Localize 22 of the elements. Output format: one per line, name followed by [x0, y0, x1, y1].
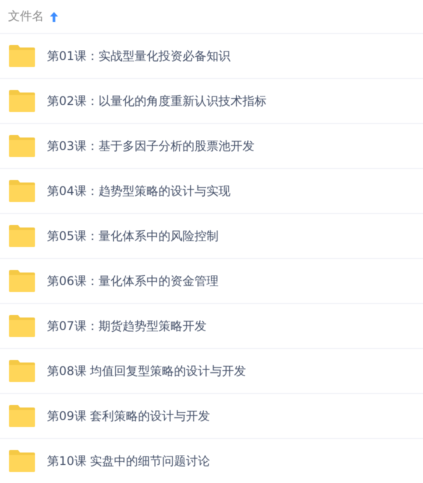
file-name[interactable]: 第07课：期货趋势型策略开发	[47, 318, 206, 334]
file-name[interactable]: 第03课：基于多因子分析的股票池开发	[47, 138, 254, 154]
file-name[interactable]: 第02课：以量化的角度重新认识技术指标	[47, 92, 266, 110]
folder-icon	[9, 270, 35, 292]
file-name[interactable]: 第06课：量化体系中的资金管理	[47, 272, 218, 290]
file-name[interactable]: 第01课：实战型量化投资必备知识	[47, 48, 230, 64]
folder-icon	[9, 450, 35, 472]
file-name[interactable]: 第09课 套利策略的设计与开发	[47, 408, 210, 424]
folder-icon	[9, 360, 35, 382]
folder-icon	[9, 315, 35, 337]
file-name[interactable]: 第04课：趋势型策略的设计与实现	[47, 182, 230, 200]
folder-icon	[9, 135, 35, 157]
column-header[interactable]: 文件名	[8, 8, 44, 25]
file-name[interactable]: 第08课 均值回复型策略的设计与开发	[47, 362, 246, 380]
folder-icon	[9, 405, 35, 427]
file-name[interactable]: 第10课 实盘中的细节问题讨论	[47, 452, 210, 470]
sort-arrow-icon[interactable]	[50, 12, 58, 22]
folder-icon	[9, 45, 35, 67]
file-name[interactable]: 第05课：量化体系中的风险控制	[47, 228, 218, 244]
folder-icon	[9, 90, 35, 112]
folder-icon	[9, 225, 35, 247]
folder-icon	[9, 180, 35, 202]
